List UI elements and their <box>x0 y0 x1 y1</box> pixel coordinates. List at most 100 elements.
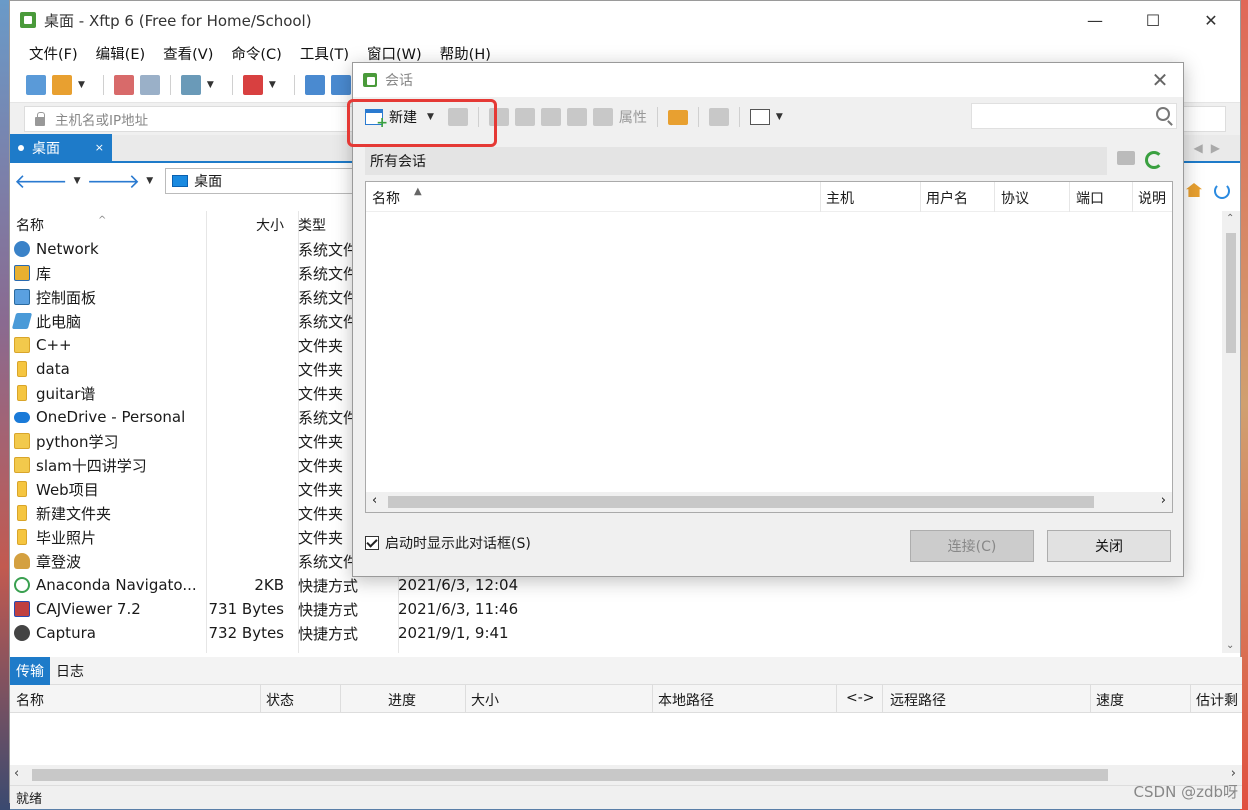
session-scroll-right-icon[interactable]: › <box>1161 493 1166 508</box>
session-col-description[interactable]: 说明 <box>1138 188 1166 208</box>
home-icon[interactable] <box>1186 183 1202 197</box>
new-session-icon[interactable] <box>26 74 46 95</box>
file-name: data <box>14 360 70 378</box>
dialog-close-icon[interactable]: ✕ <box>1137 68 1183 92</box>
tab-close-icon[interactable]: × <box>95 141 104 154</box>
file-type: 文件夹 <box>298 360 344 379</box>
refresh-sessions-icon[interactable] <box>1145 151 1163 169</box>
new-dropdown-icon[interactable]: ▼ <box>427 112 434 122</box>
file-name: Anaconda Navigato... <box>14 576 197 594</box>
transfer-left-icon[interactable] <box>304 74 325 95</box>
session-col-host[interactable]: 主机 <box>826 188 854 208</box>
folder-icon <box>17 481 27 497</box>
transfer-col-name[interactable]: 名称 <box>16 690 44 710</box>
transfer-col-speed[interactable]: 速度 <box>1096 690 1124 710</box>
file-row[interactable]: Captura 732 Bytes 快捷方式 2021/9/1, 9:41 <box>10 621 1242 645</box>
play-dropdown-icon[interactable]: ▼ <box>269 80 276 90</box>
session-path-text: 所有会话 <box>370 154 426 170</box>
file-name: Network <box>14 240 99 258</box>
scroll-right-icon[interactable]: › <box>1231 766 1236 781</box>
settings-dropdown-icon[interactable]: ▼ <box>207 80 214 90</box>
session-scroll-left-icon[interactable]: ‹ <box>372 493 377 508</box>
close-button[interactable]: ✕ <box>1182 1 1240 39</box>
connect-button[interactable]: 连接(C) <box>910 530 1034 562</box>
scroll-down-icon[interactable]: ⌄ <box>1226 640 1234 651</box>
transfer-col-status[interactable]: 状态 <box>266 690 294 710</box>
back-dropdown-icon[interactable]: ▼ <box>74 176 81 186</box>
reconnect-icon[interactable] <box>139 74 160 95</box>
transfer-right-icon[interactable] <box>330 74 351 95</box>
column-name[interactable]: 名称 <box>16 215 44 235</box>
session-hscroll-thumb[interactable] <box>388 496 1094 508</box>
forward-arrow-icon[interactable]: 🡒 <box>87 171 141 191</box>
scroll-left-icon[interactable]: ‹ <box>14 766 19 781</box>
checkbox-checked-icon[interactable] <box>365 536 379 550</box>
tab-log[interactable]: 日志 <box>50 657 90 685</box>
menu-file[interactable]: 文件(F) <box>20 43 87 64</box>
hscroll-thumb[interactable] <box>32 769 1108 781</box>
refresh-icon[interactable] <box>1214 183 1230 199</box>
transfer-col-direction[interactable]: <-> <box>846 690 875 706</box>
transfer-col-local-path[interactable]: 本地路径 <box>658 690 714 710</box>
session-hscrollbar[interactable]: ‹ › <box>366 492 1172 512</box>
session-col-name[interactable]: 名称 <box>372 188 400 208</box>
folder-icon <box>17 505 27 521</box>
file-name: guitar谱 <box>14 383 95 404</box>
menu-window[interactable]: 窗口(W) <box>358 43 431 64</box>
tab-desktop[interactable]: 桌面 × <box>10 134 112 161</box>
session-col-port[interactable]: 端口 <box>1076 188 1104 208</box>
dialog-title-bar: 会话 ✕ <box>353 63 1183 97</box>
file-type: 系统文件 <box>298 552 359 571</box>
column-size[interactable]: 大小 <box>256 215 284 235</box>
transfer-col-progress[interactable]: 进度 <box>388 690 416 710</box>
file-list-scrollbar[interactable]: ⌃ ⌄ <box>1222 211 1240 653</box>
new-session-icon <box>365 109 388 131</box>
menu-tools[interactable]: 工具(T) <box>291 43 358 64</box>
file-name: 库 <box>14 263 51 284</box>
forward-dropdown-icon[interactable]: ▼ <box>146 176 153 186</box>
file-type: 文件夹 <box>298 480 344 499</box>
play-icon[interactable] <box>242 74 263 95</box>
session-col-protocol[interactable]: 协议 <box>1001 188 1029 208</box>
new-session-button[interactable]: 新建 <box>361 107 421 131</box>
menu-help[interactable]: 帮助(H) <box>431 43 500 64</box>
disconnect-icon[interactable] <box>113 74 134 95</box>
transfer-header: 名称 状态 进度 大小 本地路径 <-> 远程路径 速度 估计剩 <box>10 685 1242 713</box>
back-arrow-icon[interactable]: 🡐 <box>14 171 68 191</box>
minimize-button[interactable]: — <box>1066 1 1124 39</box>
file-row[interactable]: CAJViewer 7.2 731 Bytes 快捷方式 2021/6/3, 11:4… <box>10 597 1242 621</box>
properties-label: 属性 <box>618 110 647 126</box>
properties-icon <box>592 108 613 126</box>
tab-scroll-arrows-icon[interactable]: ◀▶ <box>1194 141 1228 155</box>
session-col-username[interactable]: 用户名 <box>926 188 968 208</box>
copy-icon <box>514 108 535 126</box>
open-folder-icon[interactable] <box>52 74 72 95</box>
menu-view[interactable]: 查看(V) <box>154 43 222 64</box>
column-type[interactable]: 类型 <box>298 215 326 235</box>
file-date: 2021/9/1, 9:41 <box>398 624 509 642</box>
search-icon[interactable] <box>1156 107 1170 121</box>
file-type: 文件夹 <box>298 432 344 451</box>
menu-command[interactable]: 命令(C) <box>222 43 290 64</box>
new-folder-icon[interactable] <box>667 109 688 125</box>
dialog-close-button[interactable]: 关闭 <box>1047 530 1171 562</box>
transfer-col-remote-path[interactable]: 远程路径 <box>890 690 946 710</box>
transfer-col-size[interactable]: 大小 <box>471 690 499 710</box>
scroll-thumb[interactable] <box>1226 233 1236 353</box>
dialog-app-icon <box>363 73 377 87</box>
scroll-up-icon[interactable]: ⌃ <box>1226 213 1234 224</box>
lock-icon <box>35 111 45 126</box>
maximize-button[interactable]: ☐ <box>1124 1 1182 39</box>
show-on-startup-checkbox[interactable]: 启动时显示此对话框(S) <box>365 533 531 553</box>
view-mode-icon[interactable] <box>749 109 770 125</box>
view-dropdown-icon[interactable]: ▼ <box>776 112 783 122</box>
session-search-input[interactable] <box>971 103 1177 129</box>
open-dropdown-icon[interactable]: ▼ <box>78 80 85 90</box>
transfer-hscrollbar[interactable]: ‹ › <box>10 765 1242 785</box>
window-title: 桌面 - Xftp 6 (Free for Home/School) <box>44 11 312 30</box>
menu-edit[interactable]: 编辑(E) <box>87 43 154 64</box>
settings-icon[interactable] <box>180 74 201 95</box>
tab-transfer[interactable]: 传输 <box>10 656 50 685</box>
control-panel-icon <box>14 289 30 305</box>
transfer-col-eta[interactable]: 估计剩 <box>1196 690 1238 710</box>
